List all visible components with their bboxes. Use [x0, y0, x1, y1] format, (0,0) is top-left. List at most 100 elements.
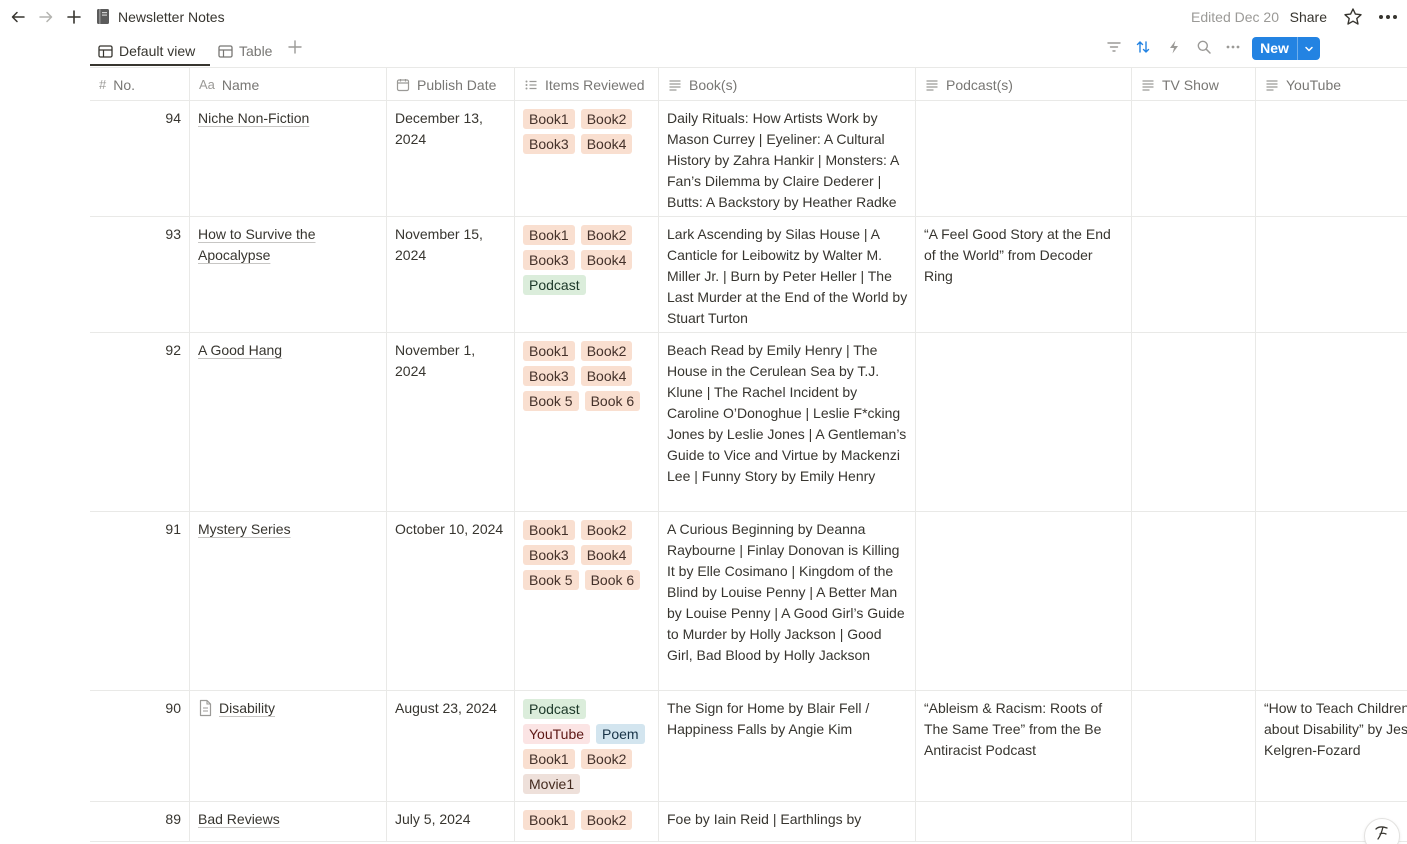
more-options-icon[interactable] [1377, 6, 1399, 28]
tag-book: Book2 [580, 341, 633, 361]
cell-name[interactable]: Bad Reviews [189, 802, 387, 841]
share-button[interactable]: Share [1290, 8, 1327, 26]
column-header-name[interactable]: Aa Name [189, 68, 387, 101]
cell-no[interactable]: 93 [90, 217, 190, 332]
cell-podcasts[interactable] [915, 333, 1132, 511]
cell-no[interactable]: 91 [90, 512, 190, 690]
cell-books[interactable]: The Sign for Home by Blair Fell / Happin… [658, 691, 916, 801]
cell-youtube[interactable] [1255, 512, 1407, 690]
cell-youtube[interactable]: “How to Teach Children about Disability”… [1255, 691, 1407, 801]
view-options-icon[interactable] [1225, 39, 1241, 55]
column-header-books[interactable]: Book(s) [658, 68, 916, 101]
tab-table[interactable]: Table [218, 38, 272, 64]
table-row[interactable]: 93 How to Survive the Apocalypse November … [90, 217, 1407, 333]
column-header-tv-show[interactable]: TV Show [1131, 68, 1256, 101]
cell-tv[interactable] [1131, 691, 1256, 801]
column-header-publish-date[interactable]: Publish Date [386, 68, 515, 101]
cell-date[interactable]: July 5, 2024 [386, 802, 515, 841]
search-icon[interactable] [1196, 39, 1212, 55]
cell-tags[interactable]: Podcast YouTube Poem Book1 Book2 Movie1 [514, 691, 659, 801]
cell-tags[interactable]: Book1 Book2 Book3 Book4 Book 5 Book 6 [514, 333, 659, 511]
cell-no[interactable]: 92 [90, 333, 190, 511]
cell-tv[interactable] [1131, 512, 1256, 690]
cell-name[interactable]: Disability [189, 691, 387, 801]
table-row[interactable]: 89 Bad Reviews July 5, 2024 Book1 Book2 Foe b… [90, 802, 1407, 842]
cell-tags[interactable]: Book1 Book2 Book3 Book4 Book 5 Book 6 [514, 512, 659, 690]
row-name-label[interactable]: Disability [219, 698, 275, 719]
cell-no[interactable]: 90 [90, 691, 190, 801]
cell-youtube[interactable] [1255, 217, 1407, 332]
lightning-icon[interactable] [1166, 39, 1182, 55]
forward-arrow-icon[interactable] [35, 6, 57, 28]
cell-books[interactable]: Beach Read by Emily Henry | The House in… [658, 333, 916, 511]
cell-date[interactable]: October 10, 2024 [386, 512, 515, 690]
table-row[interactable]: 90 Disability August 23, 2024 Podcast YouTub… [90, 691, 1407, 802]
tab-default-view[interactable]: Default view [98, 38, 195, 64]
column-header-items-reviewed[interactable]: Items Reviewed [514, 68, 659, 101]
row-name[interactable]: Bad Reviews [198, 809, 379, 830]
cell-books[interactable]: Foe by Iain Reid | Earthlings by [658, 802, 916, 841]
back-arrow-icon[interactable] [7, 6, 29, 28]
page-title[interactable]: Newsletter Notes [118, 8, 225, 26]
cell-name[interactable]: Mystery Series [189, 512, 387, 690]
cell-tv[interactable] [1131, 101, 1256, 216]
cell-date[interactable]: November 1, 2024 [386, 333, 515, 511]
table-row[interactable]: 92 A Good Hang November 1, 2024 Book1 Book2 B… [90, 333, 1407, 512]
cell-date[interactable]: December 13, 2024 [386, 101, 515, 216]
row-number: 92 [165, 342, 181, 358]
column-label: No. [113, 76, 136, 93]
row-name[interactable]: Disability [198, 698, 379, 719]
star-icon[interactable] [1342, 6, 1364, 28]
sort-icon[interactable] [1135, 39, 1151, 55]
table-row[interactable]: 94 Niche Non-Fiction December 13, 2024 Book… [90, 101, 1407, 217]
row-name-label[interactable]: How to Survive the Apocalypse [198, 224, 379, 266]
row-name[interactable]: How to Survive the Apocalypse [198, 224, 379, 266]
new-button[interactable]: New [1252, 37, 1320, 60]
cell-podcasts[interactable] [915, 802, 1132, 841]
chevron-down-icon[interactable] [1297, 37, 1320, 60]
cell-name[interactable]: How to Survive the Apocalypse [189, 217, 387, 332]
cell-no[interactable]: 89 [90, 802, 190, 841]
row-name[interactable]: A Good Hang [198, 340, 379, 361]
cell-date[interactable]: November 15, 2024 [386, 217, 515, 332]
filter-icon[interactable] [1106, 39, 1122, 55]
row-name-label[interactable]: Bad Reviews [198, 809, 280, 830]
cell-tv[interactable] [1131, 802, 1256, 841]
add-view-icon[interactable] [286, 38, 304, 56]
row-number: 93 [165, 226, 181, 242]
row-name-label[interactable]: Niche Non-Fiction [198, 108, 309, 129]
row-name-label[interactable]: Mystery Series [198, 519, 291, 540]
cell-youtube[interactable] [1255, 333, 1407, 511]
column-header-podcasts[interactable]: Podcast(s) [915, 68, 1132, 101]
tag-book: Book1 [523, 225, 575, 245]
cell-tv[interactable] [1131, 333, 1256, 511]
podcasts-text: “Ableism & Racism: Roots of The Same Tre… [924, 700, 1103, 758]
cell-books[interactable]: Daily Rituals: How Artists Work by Mason… [658, 101, 916, 216]
cell-youtube[interactable] [1255, 101, 1407, 216]
column-label: Publish Date [417, 76, 497, 93]
tag-book: Book2 [580, 225, 633, 245]
cell-podcasts[interactable] [915, 101, 1132, 216]
row-name-label[interactable]: A Good Hang [198, 340, 282, 361]
table-row[interactable]: 91 Mystery Series October 10, 2024 Book1 Boo… [90, 512, 1407, 691]
tag-book: Book2 [580, 520, 633, 540]
column-header-youtube[interactable]: YouTube [1255, 68, 1407, 101]
row-name[interactable]: Mystery Series [198, 519, 379, 540]
cell-name[interactable]: A Good Hang [189, 333, 387, 511]
column-header-no[interactable]: # No. [90, 68, 190, 101]
cell-tv[interactable] [1131, 217, 1256, 332]
cell-tags[interactable]: Book1 Book2 Book3 Book4 [514, 101, 659, 216]
cell-books[interactable]: A Curious Beginning by Deanna Raybourne … [658, 512, 916, 690]
cell-tags[interactable]: Book1 Book2 Book3 Book4 Podcast [514, 217, 659, 332]
add-page-icon[interactable] [63, 6, 85, 28]
cell-books[interactable]: Lark Ascending by Silas House | A Cantic… [658, 217, 916, 332]
cell-podcasts[interactable]: “Ableism & Racism: Roots of The Same Tre… [915, 691, 1132, 801]
cell-podcasts[interactable] [915, 512, 1132, 690]
row-name[interactable]: Niche Non-Fiction [198, 108, 379, 129]
cell-name[interactable]: Niche Non-Fiction [189, 101, 387, 216]
cell-date[interactable]: August 23, 2024 [386, 691, 515, 801]
cell-no[interactable]: 94 [90, 101, 190, 216]
cell-tags[interactable]: Book1 Book2 [514, 802, 659, 841]
cell-podcasts[interactable]: “A Feel Good Story at the End of the Wor… [915, 217, 1132, 332]
top-bar: Newsletter Notes Edited Dec 20 Share [0, 0, 1407, 34]
